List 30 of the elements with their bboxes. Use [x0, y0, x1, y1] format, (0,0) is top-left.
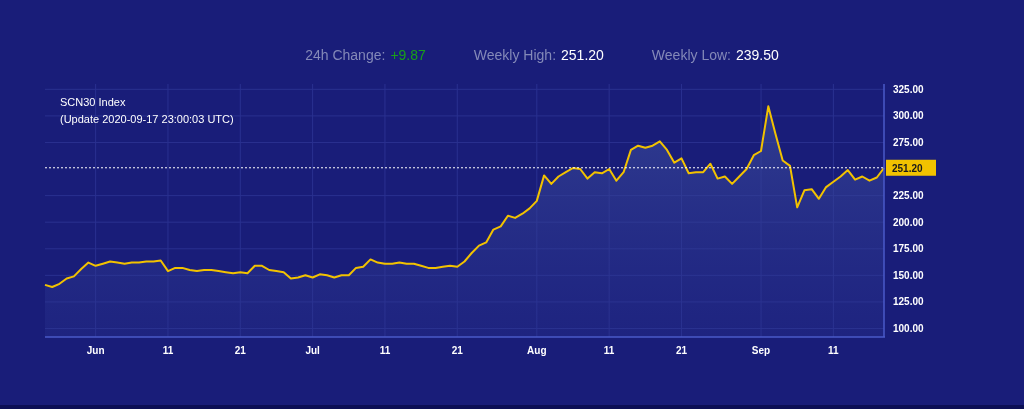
- y-tick-label: 100.00: [893, 323, 924, 334]
- x-tick-label: Sep: [751, 345, 771, 356]
- x-tick-label: 11: [162, 345, 174, 356]
- stat-value: 239.50: [735, 46, 779, 65]
- stat-label: 24h Change:: [305, 46, 386, 65]
- update-note: (Update 2020-09-17 23:00:03 UTC): [60, 113, 234, 125]
- y-tick-label: 325.00: [893, 83, 924, 95]
- y-tick-label: 125.00: [893, 296, 924, 308]
- y-tick-label: 300.00: [893, 110, 924, 122]
- x-tick-label: 11: [379, 345, 391, 356]
- x-tick-label: Jun: [86, 345, 105, 356]
- chart-title: SCN30 Index: [60, 96, 126, 108]
- y-tick-label: 200.00: [893, 216, 924, 228]
- y-tick-label: 175.00: [893, 243, 924, 255]
- price-badge: [886, 159, 936, 176]
- stat-value: +9.87: [390, 46, 426, 65]
- stat-label: Weekly High:: [473, 46, 557, 65]
- y-tick-label: 225.00: [893, 190, 924, 202]
- x-tick-label: 11: [603, 345, 615, 356]
- x-tick-label: Jul: [305, 345, 320, 356]
- y-tick-label: 150.00: [893, 269, 924, 281]
- x-tick-label: 11: [828, 345, 839, 356]
- x-tick-label: 21: [234, 345, 246, 356]
- stat-label: Weekly Low:: [651, 46, 731, 65]
- x-tick-label: 21: [451, 345, 463, 356]
- stat-value: 251.20: [561, 46, 604, 65]
- y-tick-label: 275.00: [893, 136, 924, 148]
- price-badge-label: 251.20: [892, 162, 923, 174]
- x-tick-label: Aug: [527, 345, 547, 356]
- x-tick-label: 21: [675, 345, 688, 356]
